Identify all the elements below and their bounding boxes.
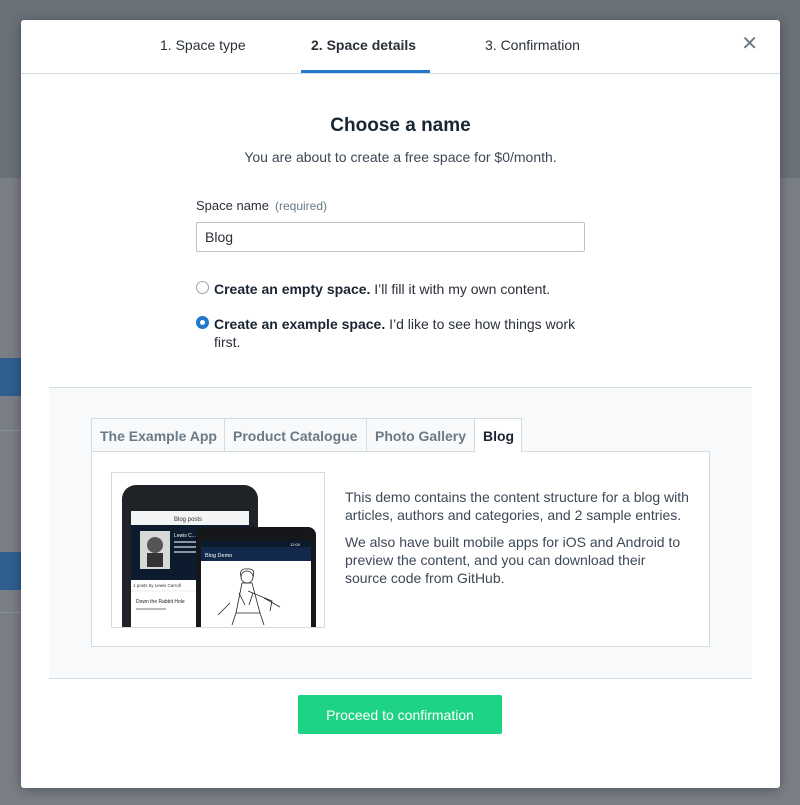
active-step-indicator [301, 70, 430, 73]
android-time-text: 12:00 [290, 542, 301, 547]
app-preview-image: Blog posts Lewis C... 1 posts by Lewis C… [111, 472, 325, 628]
step-space-details[interactable]: 2. Space details [311, 37, 416, 53]
proceed-button[interactable]: Proceed to confirmation [298, 695, 502, 734]
stepper: 1. Space type 2. Space details 3. Confir… [21, 20, 780, 74]
close-icon[interactable]: ✕ [741, 34, 758, 54]
option-title: Create an empty space. [214, 281, 371, 297]
ios-posts-text: 1 posts by Lewis Carroll [133, 583, 181, 588]
tab-panel-blog: Blog posts Lewis C... 1 posts by Lewis C… [91, 451, 710, 647]
tab-the-example-app[interactable]: The Example App [91, 418, 225, 452]
page-title: Choose a name [330, 115, 471, 136]
step-confirmation[interactable]: 3. Confirmation [485, 37, 580, 53]
android-header-text: Blog Demo [205, 553, 232, 559]
example-preview-area: The Example App Product Catalogue Photo … [49, 387, 752, 679]
background-button [0, 358, 22, 396]
blog-description: This demo contains the content structure… [345, 488, 690, 596]
description-paragraph: We also have built mobile apps for iOS a… [345, 534, 681, 586]
create-space-modal: 1. Space type 2. Space details 3. Confir… [21, 20, 780, 788]
option-example-space[interactable]: Create an example space. I’d like to see… [196, 315, 591, 351]
tab-photo-gallery[interactable]: Photo Gallery [366, 418, 475, 452]
radio-empty-space[interactable] [196, 281, 209, 294]
step-space-type[interactable]: 1. Space type [160, 37, 246, 53]
tab-product-catalogue[interactable]: Product Catalogue [224, 418, 367, 452]
background-button [0, 552, 22, 590]
ios-post-title-text: Down the Rabbit Hole [136, 599, 185, 605]
space-name-label: Space name (required) [196, 198, 328, 213]
tab-blog[interactable]: Blog [474, 418, 522, 453]
radio-example-space[interactable] [196, 316, 209, 329]
description-paragraph: This demo contains the content structure… [345, 489, 689, 523]
ios-author-text: Lewis C... [174, 533, 196, 539]
option-empty-space[interactable]: Create an empty space. I’ll fill it with… [196, 280, 596, 298]
option-description: I’ll fill it with my own content. [374, 281, 551, 297]
required-hint: (required) [275, 199, 328, 213]
ios-header-text: Blog posts [174, 517, 202, 523]
space-name-input[interactable] [196, 222, 585, 252]
option-title: Create an example space. [214, 316, 386, 332]
subtitle: You are about to create a free space for… [244, 149, 557, 165]
